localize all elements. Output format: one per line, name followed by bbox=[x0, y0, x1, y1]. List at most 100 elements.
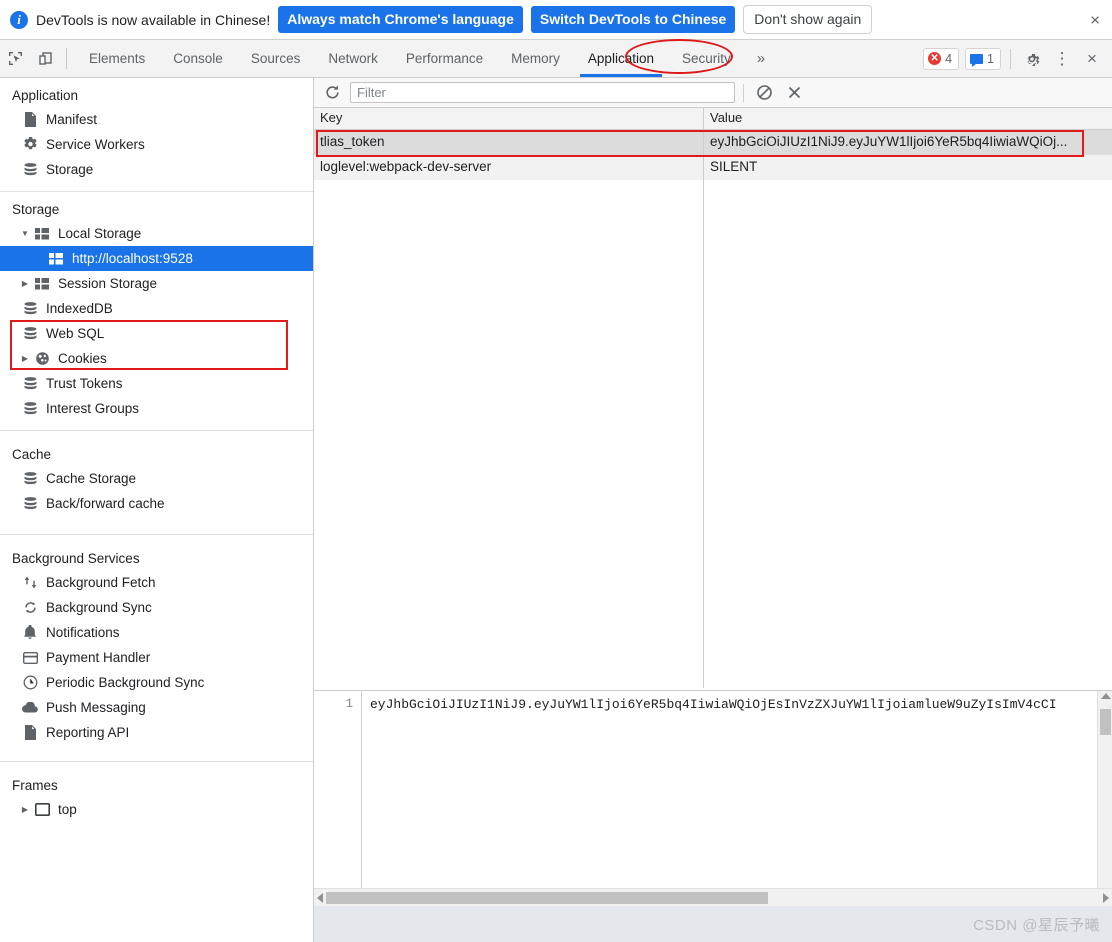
tab-label: Application bbox=[587, 51, 654, 66]
sidebar-item-label: Session Storage bbox=[58, 276, 158, 291]
sidebar-item-label: Manifest bbox=[46, 112, 98, 127]
cell-key: tlias_token bbox=[314, 130, 704, 155]
preview-content[interactable]: eyJhbGciOiJIUzI1NiJ9.eyJuYW1lIjoi6YeR5bq… bbox=[362, 691, 1097, 888]
tab-application[interactable]: Application bbox=[574, 40, 668, 77]
sidebar-item-trust-tokens[interactable]: Trust Tokens bbox=[0, 371, 313, 396]
cookie-icon bbox=[34, 351, 50, 367]
tab-console[interactable]: Console bbox=[159, 40, 237, 77]
preview-body: 1 eyJhbGciOiJIUzI1NiJ9.eyJuYW1lIjoi6YeR5… bbox=[314, 691, 1112, 888]
sidebar-item-web-sql[interactable]: Web SQL bbox=[0, 321, 313, 346]
tab-security[interactable]: Security bbox=[668, 40, 745, 77]
tab-network[interactable]: Network bbox=[314, 40, 392, 77]
scroll-right-icon[interactable] bbox=[1103, 892, 1109, 903]
close-icon[interactable]: × bbox=[1090, 11, 1100, 28]
gear-icon[interactable] bbox=[1020, 47, 1044, 71]
cloud-icon bbox=[22, 700, 38, 716]
sidebar-item-back-forward-cache[interactable]: Back/forward cache bbox=[0, 491, 313, 516]
sidebar-item-label: Trust Tokens bbox=[46, 376, 123, 391]
switch-devtools-language-button[interactable]: Switch DevTools to Chinese bbox=[530, 6, 736, 33]
inspect-element-icon[interactable] bbox=[0, 40, 30, 77]
bell-icon bbox=[22, 625, 38, 641]
device-toolbar-icon[interactable] bbox=[30, 40, 60, 77]
sidebar-item-reporting-api[interactable]: Reporting API bbox=[0, 720, 313, 745]
dont-show-again-button[interactable]: Don't show again bbox=[743, 5, 873, 34]
sidebar-item-background-sync[interactable]: Background Sync bbox=[0, 595, 313, 620]
close-devtools-icon[interactable]: × bbox=[1080, 47, 1104, 71]
devtools-tab-toolbar: Elements Console Sources Network Perform… bbox=[0, 40, 1112, 78]
sidebar-item-label: top bbox=[58, 802, 77, 817]
tab-label: Sources bbox=[250, 51, 301, 66]
sidebar-section-title: Storage bbox=[12, 202, 60, 217]
table-grid-icon bbox=[48, 251, 64, 267]
sidebar-item-session-storage[interactable]: ▶ Session Storage bbox=[0, 271, 313, 296]
vertical-scroll-thumb[interactable] bbox=[1100, 709, 1111, 735]
line-number-gutter: 1 bbox=[314, 691, 362, 888]
column-header-key[interactable]: Key bbox=[314, 108, 704, 129]
sidebar-item-label: Interest Groups bbox=[46, 401, 140, 416]
tab-label: Memory bbox=[511, 51, 560, 66]
sidebar-item-local-storage[interactable]: ▼ Local Storage bbox=[0, 221, 313, 246]
toolbar-right-controls: ✕ 4 1 ⋮ × bbox=[923, 40, 1112, 77]
sidebar-item-notifications[interactable]: Notifications bbox=[0, 620, 313, 645]
refresh-icon[interactable] bbox=[320, 81, 344, 105]
scroll-left-icon[interactable] bbox=[317, 892, 323, 903]
sidebar-item-cache-storage[interactable]: Cache Storage bbox=[0, 466, 313, 491]
filter-input[interactable] bbox=[350, 82, 735, 103]
sidebar-item-label: Push Messaging bbox=[46, 700, 146, 715]
tab-sources[interactable]: Sources bbox=[237, 40, 315, 77]
panel-tabs: Elements Console Sources Network Perform… bbox=[75, 40, 745, 77]
local-storage-table: Key Value tlias_token eyJhbGciOiJIUzI1Ni… bbox=[314, 108, 1112, 690]
value-preview-pane: 1 eyJhbGciOiJIUzI1NiJ9.eyJuYW1lIjoi6YeR5… bbox=[314, 690, 1112, 906]
error-count-badge[interactable]: ✕ 4 bbox=[923, 47, 960, 70]
horizontal-scroll-thumb[interactable] bbox=[326, 891, 768, 904]
info-icon: i bbox=[10, 10, 28, 29]
sidebar-item-label: Back/forward cache bbox=[46, 496, 165, 511]
more-tabs-icon[interactable]: » bbox=[745, 40, 777, 77]
sidebar-item-background-fetch[interactable]: Background Fetch bbox=[0, 570, 313, 595]
chevron-right-icon[interactable]: ▶ bbox=[20, 279, 30, 288]
clear-all-icon[interactable] bbox=[752, 81, 776, 105]
table-row[interactable]: tlias_token eyJhbGciOiJIUzI1NiJ9.eyJuYW1… bbox=[314, 130, 1112, 155]
delete-selected-icon[interactable] bbox=[782, 81, 806, 105]
tab-label: Network bbox=[328, 51, 378, 66]
error-icon: ✕ bbox=[928, 52, 942, 65]
sidebar-item-indexeddb[interactable]: IndexedDB bbox=[0, 296, 313, 321]
sidebar-item-periodic-background-sync[interactable]: Periodic Background Sync bbox=[0, 670, 313, 695]
table-row[interactable]: loglevel:webpack-dev-server SILENT bbox=[314, 155, 1112, 180]
preview-vertical-scrollbar[interactable] bbox=[1097, 691, 1112, 888]
sidebar-item-label: http://localhost:9528 bbox=[72, 251, 193, 266]
cell-value: SILENT bbox=[710, 159, 758, 174]
chevron-right-icon[interactable]: ▶ bbox=[20, 354, 30, 363]
sidebar-section-frames: Frames ▶ top bbox=[0, 762, 313, 831]
column-header-value[interactable]: Value bbox=[704, 108, 1112, 129]
sidebar-item-push-messaging[interactable]: Push Messaging bbox=[0, 695, 313, 720]
sidebar-item-label: Payment Handler bbox=[46, 650, 151, 665]
watermark-label: CSDN @星辰予曦 bbox=[973, 916, 1100, 934]
always-match-language-button[interactable]: Always match Chrome's language bbox=[278, 6, 523, 33]
message-count-badge[interactable]: 1 bbox=[965, 47, 1001, 70]
sidebar-item-storage[interactable]: Storage bbox=[0, 157, 313, 182]
chevron-right-icon[interactable]: ▶ bbox=[20, 805, 30, 814]
sidebar-item-label: Background Sync bbox=[46, 600, 152, 615]
database-icon bbox=[22, 326, 38, 342]
sidebar-item-manifest[interactable]: Manifest bbox=[0, 107, 313, 132]
manifest-file-icon bbox=[22, 112, 38, 128]
scroll-up-icon[interactable] bbox=[1101, 693, 1111, 699]
document-icon bbox=[22, 725, 38, 741]
sidebar-item-localhost-9528[interactable]: http://localhost:9528 bbox=[0, 246, 313, 271]
sidebar-item-interest-groups[interactable]: Interest Groups bbox=[0, 396, 313, 421]
sidebar-item-payment-handler[interactable]: Payment Handler bbox=[0, 645, 313, 670]
more-options-icon[interactable]: ⋮ bbox=[1050, 47, 1074, 71]
tab-performance[interactable]: Performance bbox=[392, 40, 497, 77]
arrows-updown-icon bbox=[22, 575, 38, 591]
chevron-down-icon[interactable]: ▼ bbox=[20, 229, 30, 238]
database-icon bbox=[22, 471, 38, 487]
preview-horizontal-scrollbar[interactable] bbox=[314, 888, 1112, 906]
sidebar-item-top-frame[interactable]: ▶ top bbox=[0, 797, 313, 822]
sidebar-item-cookies[interactable]: ▶ Cookies bbox=[0, 346, 313, 371]
tab-memory[interactable]: Memory bbox=[497, 40, 574, 77]
sidebar-section-application: Application Manifest Service Workers Sto… bbox=[0, 78, 313, 192]
tab-elements[interactable]: Elements bbox=[75, 40, 159, 77]
sidebar-section-storage: Storage ▼ Local Storage http://localhost… bbox=[0, 192, 313, 431]
sidebar-item-service-workers[interactable]: Service Workers bbox=[0, 132, 313, 157]
